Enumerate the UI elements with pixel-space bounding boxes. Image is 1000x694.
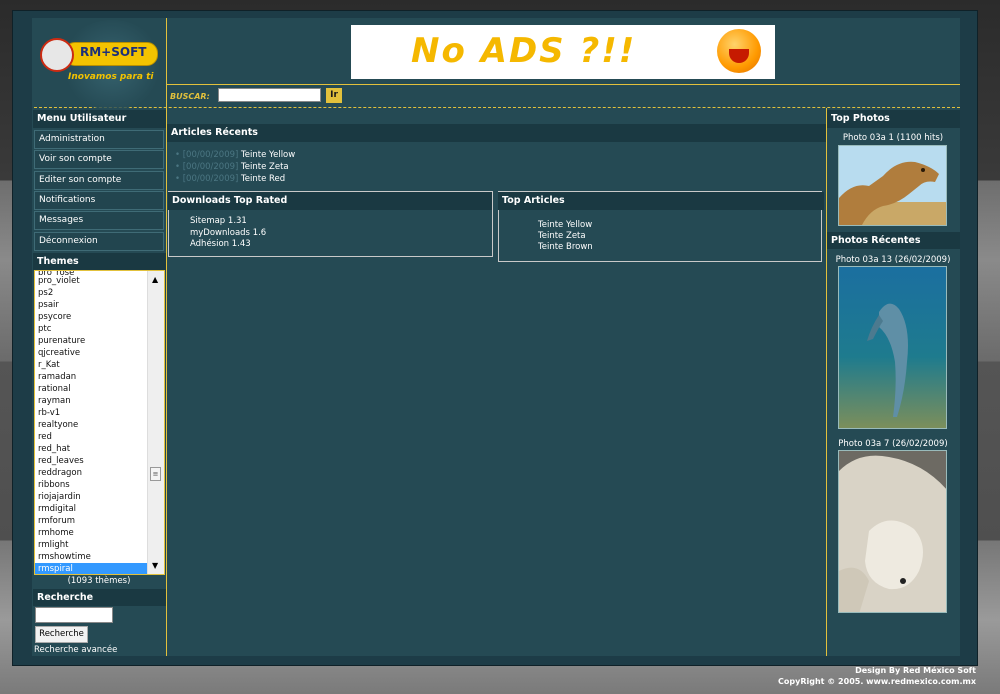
menu-item-notifications[interactable]: Notifications (34, 191, 164, 210)
recent-article-link[interactable]: Teinte Red (241, 174, 285, 184)
recent-photo-2-caption[interactable]: Photo 03a 7 (26/02/2009) (834, 439, 952, 449)
footer-design: Design By Red México Soft (855, 666, 976, 675)
theme-option[interactable]: rayman (35, 395, 149, 407)
header-bottom-rule (166, 84, 960, 85)
theme-option[interactable]: pro_violet (35, 275, 149, 287)
theme-option[interactable]: ramadan (35, 371, 149, 383)
scroll-down-arrow-icon[interactable]: ▼ (152, 561, 158, 570)
logo-text: RM+SOFT (80, 45, 147, 59)
recherche-button[interactable]: Recherche (35, 626, 88, 643)
banner-text: No ADS ?!! (411, 31, 637, 71)
recent-photos-title: Photos Récentes (827, 232, 960, 249)
menu-item-edit-account[interactable]: Editer son compte (34, 171, 164, 190)
menu-item-view-account[interactable]: Voir son compte (34, 150, 164, 169)
theme-option[interactable]: realtyone (35, 419, 149, 431)
theme-option[interactable]: r_Kat (35, 359, 149, 371)
theme-option[interactable]: psycore (35, 311, 149, 323)
theme-option[interactable]: ps2 (35, 287, 149, 299)
polar-bear-photo[interactable] (838, 450, 947, 613)
recent-article-3[interactable]: • [00/00/2009] Teinte Red (175, 174, 285, 184)
theme-option[interactable]: riojajardin (35, 491, 149, 503)
theme-option[interactable]: red (35, 431, 149, 443)
themes-count: (1093 thèmes) (67, 576, 131, 586)
search-block-title: Recherche (33, 589, 166, 606)
footer-copyright: CopyRight © 2005. www.redmexico.com.mx (778, 677, 976, 686)
themes-scrollbar[interactable]: ▲ ≡ ▼ (147, 271, 164, 574)
theme-option[interactable]: rmlight (35, 539, 149, 551)
scroll-up-arrow-icon[interactable]: ▲ (152, 275, 158, 284)
themes-list: pro_rose pro_violet ps2 psair psycore ptc pure… (35, 271, 149, 574)
download-item-2[interactable]: myDownloads 1.6 (190, 228, 266, 238)
themes-title: Themes (33, 253, 166, 270)
camel-photo-image (839, 146, 946, 225)
right-column-rule (826, 108, 827, 656)
recent-article-date: • [00/00/2009] (175, 150, 242, 160)
recent-article-2[interactable]: • [00/00/2009] Teinte Zeta (175, 162, 289, 172)
logo-icon (40, 38, 74, 72)
theme-option[interactable]: rmhome (35, 527, 149, 539)
download-item-3[interactable]: Adhésion 1.43 (190, 239, 251, 249)
search-label: BUSCAR: (170, 92, 210, 101)
theme-option[interactable]: rmforum (35, 515, 149, 527)
dolphin-photo-image (839, 267, 946, 428)
menu-item-messages[interactable]: Messages (34, 211, 164, 230)
theme-option[interactable]: reddragon (35, 467, 149, 479)
recent-article-1[interactable]: • [00/00/2009] Teinte Yellow (175, 150, 295, 160)
menu-title: Menu Utilisateur (33, 110, 166, 128)
recent-articles-title: Articles Récents (167, 124, 826, 142)
theme-option[interactable]: red_hat (35, 443, 149, 455)
ad-banner[interactable]: No ADS ?!! (351, 25, 775, 79)
top-photos-title: Top Photos (827, 110, 960, 128)
camel-photo[interactable] (838, 145, 947, 226)
search-dash-rule (34, 107, 960, 108)
left-column-rule (166, 18, 167, 656)
page-inner (32, 18, 960, 656)
scroll-thumb[interactable]: ≡ (150, 467, 161, 481)
menu-item-logout[interactable]: Déconnexion (34, 232, 164, 251)
logo-slogan: Inovamos para ti (68, 72, 154, 82)
top-article-1[interactable]: Teinte Yellow (538, 220, 592, 230)
advanced-search-link[interactable]: Recherche avancée (34, 645, 117, 655)
recent-photo-1-caption[interactable]: Photo 03a 13 (26/02/2009) (834, 255, 952, 265)
theme-option[interactable]: qjcreative (35, 347, 149, 359)
recent-article-link[interactable]: Teinte Yellow (241, 150, 295, 160)
search-input[interactable] (218, 88, 321, 102)
theme-option[interactable]: purenature (35, 335, 149, 347)
recent-article-link[interactable]: Teinte Zeta (241, 162, 289, 172)
theme-option[interactable]: red_leaves (35, 455, 149, 467)
top-photo-caption[interactable]: Photo 03a 1 (1100 hits) (834, 133, 952, 143)
download-item-1[interactable]: Sitemap 1.31 (190, 216, 247, 226)
theme-option[interactable]: rmshowtime (35, 551, 149, 563)
top-article-3[interactable]: Teinte Brown (538, 242, 593, 252)
top-article-2[interactable]: Teinte Zeta (538, 231, 586, 241)
theme-option[interactable]: psair (35, 299, 149, 311)
downloads-title: Downloads Top Rated (168, 192, 492, 210)
top-articles-title: Top Articles (498, 192, 824, 210)
themes-listbox[interactable]: pro_rose pro_violet ps2 psair psycore ptc pure… (34, 270, 165, 575)
recherche-input[interactable] (35, 607, 113, 623)
theme-option[interactable]: rb-v1 (35, 407, 149, 419)
polar-bear-photo-image (839, 451, 946, 612)
theme-option[interactable]: rmspiral (35, 563, 149, 574)
dolphin-photo[interactable] (838, 266, 947, 429)
theme-option[interactable]: rational (35, 383, 149, 395)
search-go-button[interactable]: Ir (326, 88, 342, 103)
theme-option[interactable]: ptc (35, 323, 149, 335)
recent-article-date: • [00/00/2009] (175, 162, 242, 172)
theme-option[interactable]: rmdigital (35, 503, 149, 515)
theme-option[interactable]: ribbons (35, 479, 149, 491)
recent-article-date: • [00/00/2009] (175, 174, 242, 184)
menu-item-administration[interactable]: Administration (34, 130, 164, 149)
